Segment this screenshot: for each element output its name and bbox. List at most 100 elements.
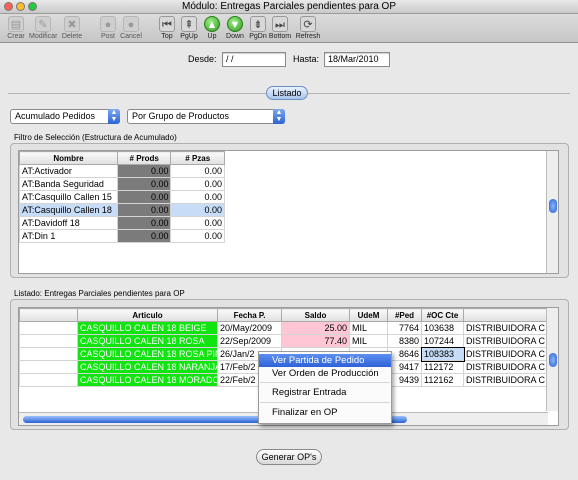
listado-cell-cliente[interactable]: DISTRIBUIDORA C — [463, 360, 558, 374]
filter-cell-pzas[interactable]: 0.00 — [170, 164, 225, 178]
filter-column-header[interactable]: Nombre — [19, 151, 118, 165]
toolbar-icon-4: ● — [123, 16, 139, 32]
listado-cell-oc[interactable]: 108383 — [420, 346, 465, 362]
toolbar-button-2[interactable]: ✖ Delete — [58, 16, 86, 40]
listado-column-header[interactable] — [19, 308, 78, 322]
filter-cell-pzas[interactable]: 0.00 — [170, 177, 225, 191]
listado-cell-ped[interactable]: 9417 — [387, 360, 422, 374]
listado-cell-saldo[interactable]: 25.00 — [281, 321, 350, 335]
listado-cell-marker[interactable] — [19, 360, 78, 374]
filter-cell-prods[interactable]: 0.00 — [116, 216, 172, 230]
menu-item-registrar-entrada[interactable]: Registrar Entrada — [259, 386, 391, 399]
listado-cell-marker[interactable] — [19, 321, 78, 335]
listado-cell-oc[interactable]: 112172 — [421, 360, 464, 374]
to-date-label: Hasta: — [293, 54, 320, 64]
listado-cell-oc[interactable]: 103638 — [421, 321, 464, 335]
listado-cell-fecha[interactable]: 22/Sep/2009 — [217, 334, 282, 348]
table-row[interactable]: AT:Din 1 0.00 0.00 — [19, 229, 225, 243]
listado-column-header[interactable]: UdeM — [349, 308, 388, 322]
toolbar-icon-7: ▲ — [204, 16, 220, 32]
listado-cell-cliente[interactable]: DISTRIBUIDORA C — [463, 321, 558, 335]
listado-column-header[interactable]: #OC Cte — [421, 308, 464, 322]
listado-group-title: Listado: Entregas Parciales pendientes p… — [14, 289, 185, 298]
listado-column-header[interactable]: Articulo — [77, 308, 218, 322]
toolbar-button-1[interactable]: ✎ Modificar — [29, 16, 57, 40]
listado-tab-button[interactable]: Listado — [266, 86, 308, 100]
listado-cell-oc[interactable]: 107244 — [421, 334, 464, 348]
listado-cell-marker[interactable] — [19, 347, 78, 361]
grouping-select-value: Por Grupo de Productos — [132, 111, 230, 121]
toolbar-button-label: Delete — [61, 33, 83, 40]
zoom-window-button[interactable] — [28, 2, 37, 11]
filter-cell-pzas[interactable]: 0.00 — [170, 190, 225, 204]
listado-column-header[interactable] — [463, 308, 558, 322]
close-window-button[interactable] — [4, 2, 13, 11]
table-row[interactable]: AT:Activador 0.00 0.00 — [19, 164, 225, 178]
listado-vertical-scrollbar[interactable] — [546, 308, 558, 411]
listado-cell-ped[interactable]: 9439 — [387, 373, 422, 387]
table-row[interactable]: CASQUILLO CALEN 18 BEIGE 20/May/2009 25.00… — [19, 321, 558, 335]
table-row[interactable]: AT:Davidoff 18 0.00 0.00 — [19, 216, 225, 230]
listado-cell-saldo[interactable]: 77.40 — [281, 334, 350, 348]
generate-op-button[interactable]: Generar OP's — [256, 449, 322, 465]
filter-cell-prods[interactable]: 0.00 — [116, 164, 172, 178]
minimize-window-button[interactable] — [16, 2, 25, 11]
filter-cell-pzas[interactable]: 0.00 — [170, 229, 225, 243]
listado-cell-fecha[interactable]: 20/May/2009 — [217, 321, 282, 335]
filter-cell-prods[interactable]: 0.00 — [116, 190, 172, 204]
menu-item-ver-partida[interactable]: Ver Partida de Pedido — [259, 354, 391, 367]
filter-cell-name[interactable]: AT:Davidoff 18 — [19, 216, 118, 230]
filter-cell-prods[interactable]: 0.00 — [116, 203, 172, 217]
window-titlebar: Módulo: Entregas Parciales pendientes pa… — [0, 0, 578, 14]
listado-cell-cliente[interactable]: DISTRIBUIDORA C — [463, 347, 558, 361]
toolbar-button-10[interactable]: ⏭ Bottom — [266, 16, 294, 40]
listado-cell-cliente[interactable]: DISTRIBUIDORA C — [463, 334, 558, 348]
listado-cell-udem[interactable]: MIL — [349, 321, 388, 335]
to-date-field[interactable]: 18/Mar/2010 — [324, 52, 390, 67]
filter-cell-name[interactable]: AT:Banda Seguridad — [19, 177, 118, 191]
filter-cell-pzas[interactable]: 0.00 — [170, 216, 225, 230]
grouping-select[interactable]: Por Grupo de Productos ▲ ▼ — [127, 109, 285, 124]
table-row[interactable]: AT:Casquillo Callen 18 0.00 0.00 — [19, 203, 225, 217]
table-row[interactable]: AT:Casquillo Callen 15 0.00 0.00 — [19, 190, 225, 204]
filter-vertical-scrollbar[interactable] — [546, 151, 558, 273]
scroll-thumb[interactable] — [549, 353, 557, 367]
table-row[interactable]: CASQUILLO CALEN 18 ROSA 22/Sep/2009 77.40 M… — [19, 334, 558, 348]
filter-cell-name[interactable]: AT:Din 1 — [19, 229, 118, 243]
listado-cell-ped[interactable]: 8380 — [387, 334, 422, 348]
scroll-thumb[interactable] — [549, 199, 557, 213]
listado-cell-oc[interactable]: 112162 — [421, 373, 464, 387]
listado-column-header[interactable]: #Ped — [387, 308, 422, 322]
listado-cell-articulo[interactable]: CASQUILLO CALEN 18 BEIGE — [77, 321, 218, 335]
listado-cell-articulo[interactable]: CASQUILLO CALEN 18 MORADO — [77, 373, 218, 387]
filter-column-header[interactable]: # Pzas — [170, 151, 225, 165]
listado-cell-marker[interactable] — [19, 373, 78, 387]
listado-cell-udem[interactable]: MIL — [349, 334, 388, 348]
toolbar-button-11[interactable]: ⟳ Refresh — [294, 16, 322, 40]
table-row[interactable]: AT:Banda Seguridad 0.00 0.00 — [19, 177, 225, 191]
listado-cell-articulo[interactable]: CASQUILLO CALEN 18 ROSA — [77, 334, 218, 348]
listado-column-header[interactable]: Fecha P. — [217, 308, 282, 322]
listado-column-header[interactable]: Saldo — [281, 308, 350, 322]
toolbar-button-4[interactable]: ● Cancel — [117, 16, 145, 40]
menu-item-finalizar-op[interactable]: Finalizar en OP — [259, 406, 391, 419]
toolbar-button-0[interactable]: ▤ Crear — [2, 16, 30, 40]
filter-cell-pzas[interactable]: 0.00 — [170, 203, 225, 217]
filter-cell-prods[interactable]: 0.00 — [116, 177, 172, 191]
menu-item-ver-orden[interactable]: Ver Orden de Producción — [259, 367, 391, 380]
accumulate-select[interactable]: Acumulado Pedidos ▲ ▼ — [10, 109, 120, 124]
filter-cell-name[interactable]: AT:Casquillo Callen 18 — [19, 203, 118, 217]
listado-cell-marker[interactable] — [19, 334, 78, 348]
filter-cell-name[interactable]: AT:Casquillo Callen 15 — [19, 190, 118, 204]
filter-group-title: Filtro de Selección (Estructura de Acumu… — [14, 133, 177, 142]
listado-cell-ped[interactable]: 8646 — [387, 347, 422, 361]
filter-cell-prods[interactable]: 0.00 — [116, 229, 172, 243]
listado-cell-articulo[interactable]: CASQUILLO CALEN 18 NARANJA — [77, 360, 218, 374]
listado-cell-articulo[interactable]: CASQUILLO CALEN 18 ROSA PINK — [77, 347, 218, 361]
listado-cell-ped[interactable]: 7764 — [387, 321, 422, 335]
filter-column-header[interactable]: # Prods — [116, 151, 172, 165]
toolbar-button-label: Bottom — [268, 33, 292, 40]
filter-cell-name[interactable]: AT:Activador — [19, 164, 118, 178]
from-date-field[interactable]: / / — [222, 52, 286, 67]
listado-cell-cliente[interactable]: DISTRIBUIDORA C — [463, 373, 558, 387]
